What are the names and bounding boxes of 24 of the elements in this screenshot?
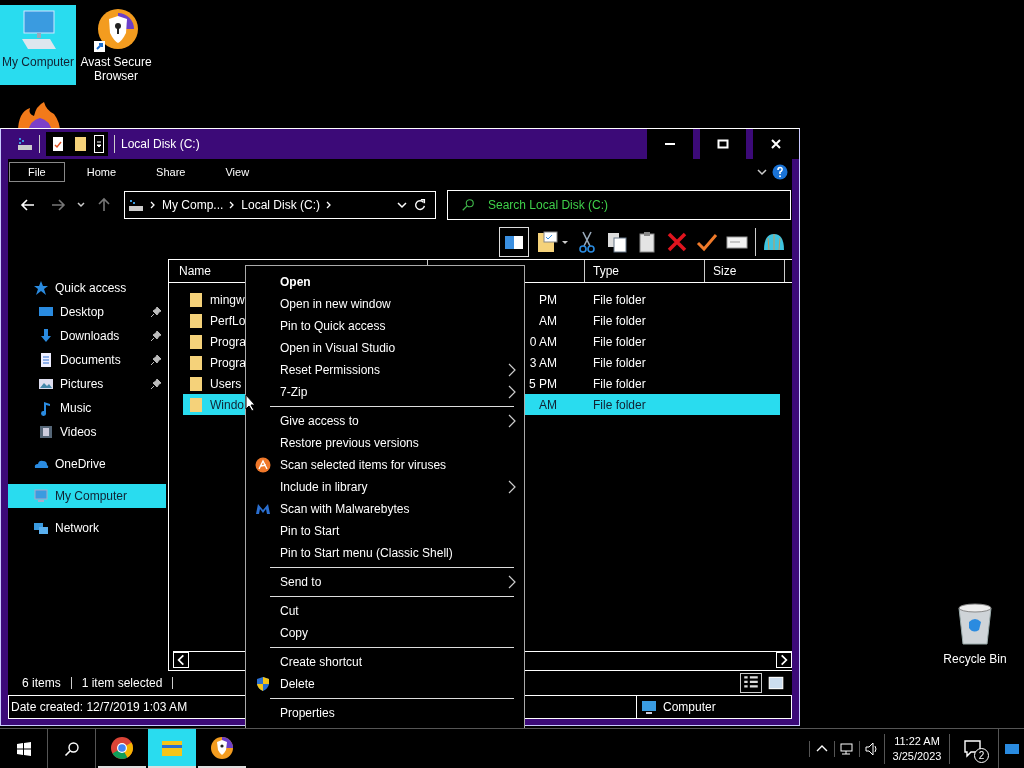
- table-cell-text: File folder: [592, 334, 647, 349]
- window-title: Local Disk (C:): [121, 137, 200, 151]
- table-cell-text: File folder: [592, 292, 647, 307]
- table-cell-text: File folder: [592, 376, 647, 391]
- table-cell-text: PM: [538, 292, 558, 307]
- selection-count: 1 item selected: [81, 676, 163, 690]
- table-cell-text: 0 AM: [528, 334, 558, 349]
- file-name: PerfLo: [210, 313, 246, 328]
- file-name: mingw: [210, 292, 245, 307]
- item-count: 6 items: [22, 676, 61, 690]
- file-name: Progra: [210, 334, 247, 349]
- table-cell-text: File folder: [592, 397, 647, 412]
- table-cell-text: AM: [538, 397, 558, 412]
- notification-badge: 2: [974, 747, 989, 763]
- table-cell-text: 3 AM: [528, 355, 558, 370]
- table-cell-text: 5 PM: [528, 376, 558, 391]
- table-cell-text: AM: [538, 313, 558, 328]
- file-name: Users: [210, 376, 242, 391]
- file-name: Windo: [210, 397, 244, 412]
- location-label: Computer: [663, 700, 716, 714]
- date-created: Date created: 12/7/2019 1:03 AM: [10, 700, 188, 714]
- table-cell-text: File folder: [592, 355, 647, 370]
- table-cell-text: File folder: [592, 313, 647, 328]
- file-name: Progra: [210, 355, 247, 370]
